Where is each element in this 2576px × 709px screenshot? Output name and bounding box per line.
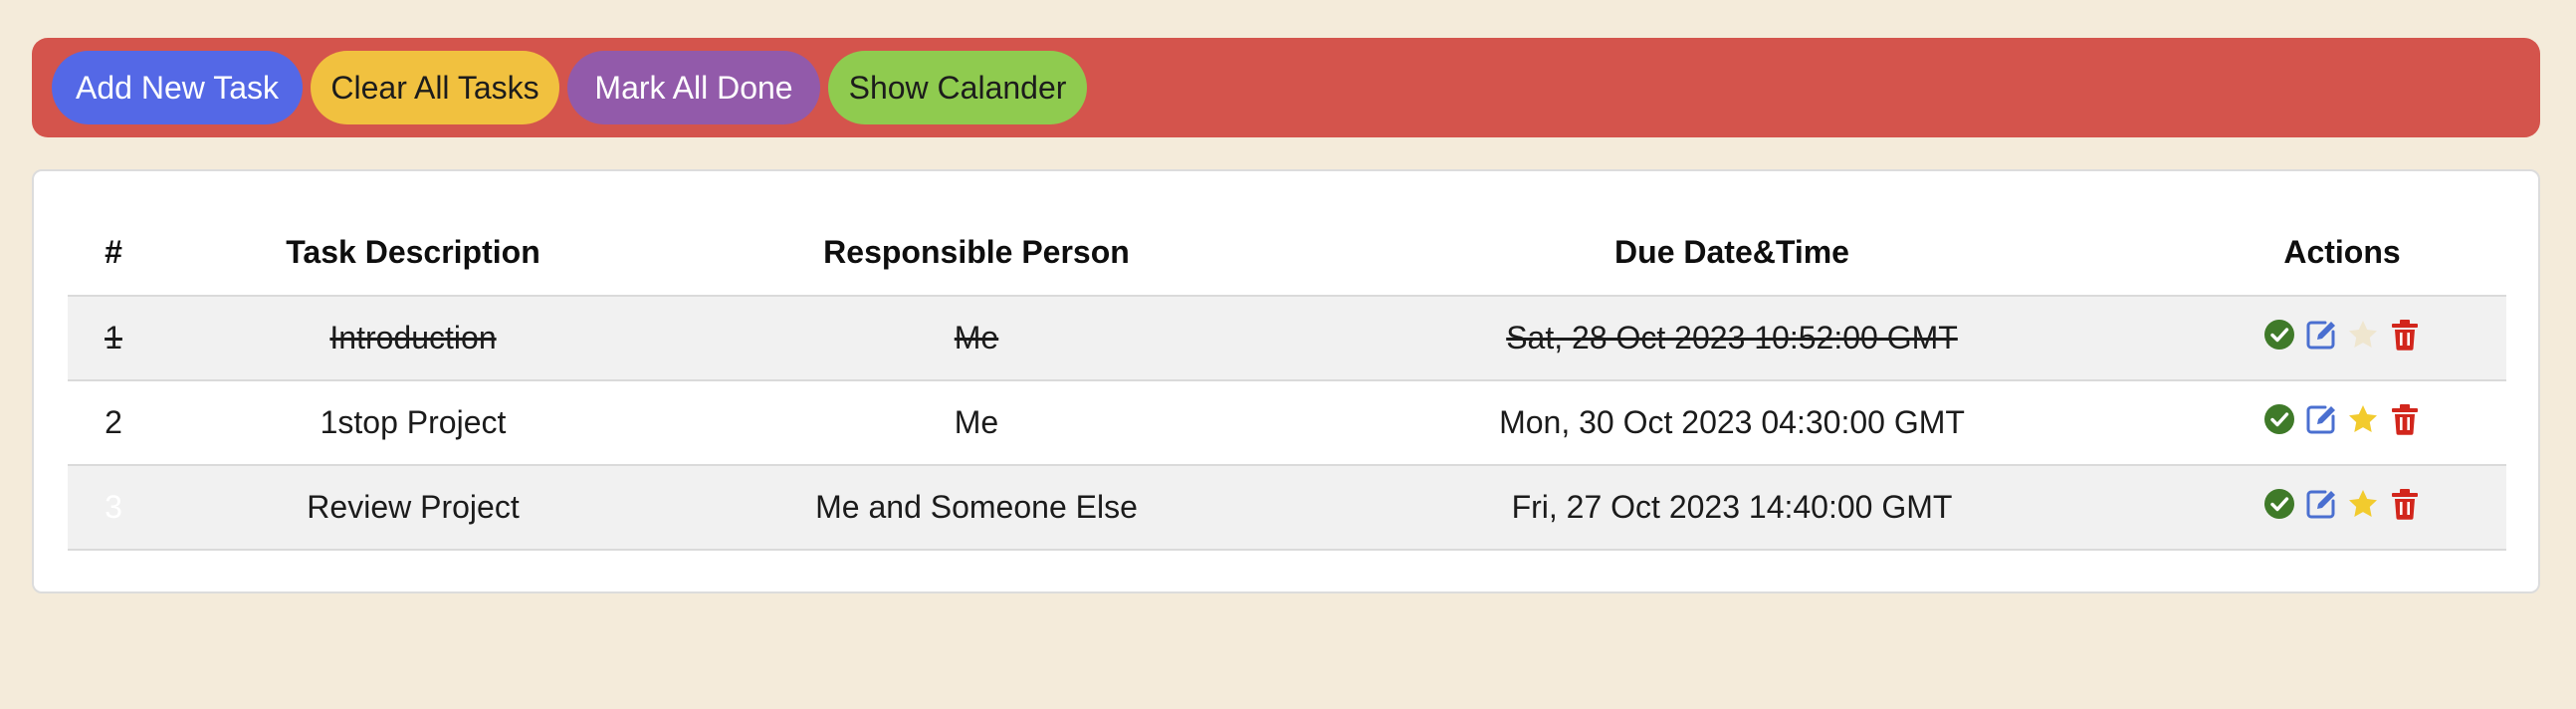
edit-icon[interactable] — [2304, 318, 2338, 352]
star-icon[interactable] — [2346, 318, 2380, 352]
task-description: 1stop Project — [159, 379, 667, 465]
edit-icon[interactable] — [2304, 487, 2338, 521]
task-due: Mon, 30 Oct 2023 04:30:00 GMT — [1286, 379, 2178, 465]
trash-icon[interactable] — [2388, 487, 2422, 521]
header-due-date-time: Due Date&Time — [1614, 233, 1849, 270]
task-actions — [2178, 379, 2506, 465]
task-due: Fri, 27 Oct 2023 14:40:00 GMT — [1286, 464, 2178, 551]
star-icon[interactable] — [2346, 402, 2380, 436]
trash-icon[interactable] — [2388, 318, 2422, 352]
show-calendar-button[interactable]: Show Calander — [828, 51, 1087, 124]
mark-all-done-button[interactable]: Mark All Done — [567, 51, 820, 124]
task-number: 3 — [68, 464, 159, 551]
table-row: 1 Introduction Me Sat, 28 Oct 2023 10:52… — [68, 295, 2506, 380]
header-task-description: Task Description — [286, 233, 540, 270]
task-person: Me — [667, 379, 1286, 465]
toolbar: Add New Task Clear All Tasks Mark All Do… — [32, 38, 2540, 137]
task-table-card: # Task Description Responsible Person Du… — [32, 169, 2540, 593]
star-icon[interactable] — [2346, 487, 2380, 521]
task-person: Me and Someone Else — [667, 464, 1286, 551]
task-description: Introduction — [159, 295, 667, 380]
edit-icon[interactable] — [2304, 402, 2338, 436]
task-actions — [2178, 295, 2506, 380]
table-row: 3 Review Project Me and Someone Else Fri… — [68, 464, 2506, 551]
task-person: Me — [667, 295, 1286, 380]
task-due: Sat, 28 Oct 2023 10:52:00 GMT — [1286, 295, 2178, 380]
table-header-row: # Task Description Responsible Person Du… — [68, 209, 2506, 296]
task-number: 1 — [68, 295, 159, 380]
check-icon[interactable] — [2262, 318, 2296, 352]
check-icon[interactable] — [2262, 487, 2296, 521]
clear-all-tasks-button[interactable]: Clear All Tasks — [311, 51, 559, 124]
add-new-task-button[interactable]: Add New Task — [52, 51, 303, 124]
header-responsible-person: Responsible Person — [823, 233, 1130, 270]
trash-icon[interactable] — [2388, 402, 2422, 436]
header-actions: Actions — [2283, 233, 2401, 270]
task-actions — [2178, 464, 2506, 551]
task-number: 2 — [68, 379, 159, 465]
task-table: # Task Description Responsible Person Du… — [68, 209, 2506, 551]
check-icon[interactable] — [2262, 402, 2296, 436]
table-row: 2 1stop Project Me Mon, 30 Oct 2023 04:3… — [68, 379, 2506, 465]
task-description: Review Project — [159, 464, 667, 551]
header-number: # — [105, 233, 122, 270]
